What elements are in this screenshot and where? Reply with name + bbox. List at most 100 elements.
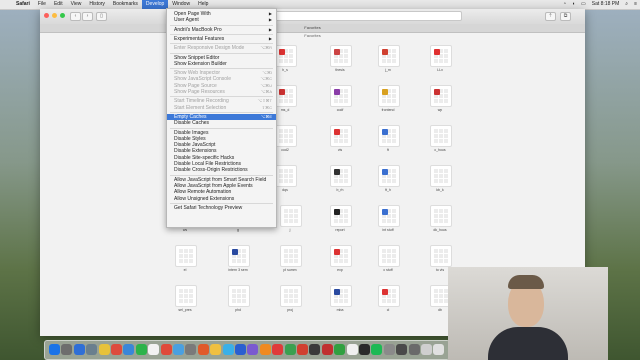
favorite-tile[interactable] xyxy=(330,85,352,107)
favorite-tile[interactable] xyxy=(430,245,452,267)
zoom-button[interactable] xyxy=(60,13,65,18)
dock-app-icon[interactable] xyxy=(160,344,172,355)
favorite-tile[interactable] xyxy=(275,125,297,147)
dock-app-icon[interactable] xyxy=(334,344,346,355)
favorite-tile[interactable] xyxy=(280,245,302,267)
develop-menu-item[interactable]: Disable JavaScript xyxy=(167,142,276,148)
menu-view[interactable]: View xyxy=(67,0,86,9)
favorite-tile[interactable] xyxy=(378,85,400,107)
dock-app-icon[interactable] xyxy=(383,344,395,355)
dock-app-icon[interactable] xyxy=(185,344,197,355)
dock-app-icon[interactable] xyxy=(210,344,222,355)
favorite-tile[interactable] xyxy=(330,45,352,67)
favorite-tile[interactable] xyxy=(330,205,352,227)
dock-app-icon[interactable] xyxy=(433,344,445,355)
favorite-tile[interactable] xyxy=(275,85,297,107)
develop-menu-item[interactable]: Disable Cross-Origin Restrictions xyxy=(167,167,276,173)
favorite-tile[interactable] xyxy=(330,125,352,147)
favorite-tile[interactable] xyxy=(378,205,400,227)
develop-menu-item[interactable]: Andrii's MacBook Pro ▶ xyxy=(167,27,276,33)
favorite-tile[interactable] xyxy=(430,85,452,107)
dock-app-icon[interactable] xyxy=(359,344,370,355)
develop-menu-item[interactable]: Allow JavaScript from Apple Events xyxy=(167,183,276,189)
dock-app-icon[interactable] xyxy=(173,344,184,355)
favorite-tile[interactable] xyxy=(275,45,297,67)
develop-menu-item[interactable]: Open Page With ▶ xyxy=(167,11,276,17)
dock-app-icon[interactable] xyxy=(73,344,85,355)
back-button[interactable]: ‹ xyxy=(70,12,81,21)
develop-menu-item[interactable]: Disable Site-specific Hacks xyxy=(167,155,276,161)
favorite-tile[interactable] xyxy=(175,245,197,267)
minimize-button[interactable] xyxy=(52,13,57,18)
develop-menu-item[interactable]: Allow Remote Automation xyxy=(167,189,276,195)
favorite-tile[interactable] xyxy=(430,45,452,67)
dock-app-icon[interactable] xyxy=(247,344,259,355)
menu-develop[interactable]: Develop xyxy=(141,0,169,9)
develop-menu-item[interactable]: Disable Styles xyxy=(167,136,276,142)
dock-app-icon[interactable] xyxy=(408,344,420,355)
menu-history[interactable]: History xyxy=(85,0,109,9)
favorite-tile[interactable] xyxy=(275,165,297,187)
dock-app-icon[interactable] xyxy=(396,344,408,355)
develop-menu-item[interactable]: Get Safari Technology Preview xyxy=(167,205,276,211)
menu-bookmarks[interactable]: Bookmarks xyxy=(109,0,142,9)
develop-menu-item[interactable]: Disable Caches xyxy=(167,120,276,126)
dock-app-icon[interactable] xyxy=(259,344,271,355)
dock-app-icon[interactable] xyxy=(197,344,209,355)
dock-app-icon[interactable] xyxy=(61,344,73,355)
develop-menu-item[interactable]: Empty Caches ⌥⌘E xyxy=(167,113,276,120)
favorite-tile[interactable] xyxy=(280,205,302,227)
dock-app-icon[interactable] xyxy=(123,344,135,355)
address-bar[interactable] xyxy=(270,11,462,21)
battery-icon[interactable]: ▭ xyxy=(578,0,589,9)
dock-app-icon[interactable] xyxy=(309,344,321,355)
develop-menu-item[interactable]: Show Snippet Editor xyxy=(167,55,276,61)
dock-app-icon[interactable] xyxy=(235,344,246,355)
favorite-tile[interactable] xyxy=(430,125,452,147)
clock[interactable]: Sat 8:18 PM xyxy=(589,0,623,9)
menu-file[interactable]: File xyxy=(34,0,50,9)
favorite-tile[interactable] xyxy=(228,285,250,307)
dock-app-icon[interactable] xyxy=(346,344,358,355)
menu-edit[interactable]: Edit xyxy=(50,0,67,9)
develop-menu-item[interactable]: Disable Images xyxy=(167,130,276,136)
favorite-tile[interactable] xyxy=(228,245,250,267)
dock-app-icon[interactable] xyxy=(222,344,234,355)
develop-menu-item[interactable]: Show Extension Builder xyxy=(167,61,276,67)
wifi-icon[interactable]: ◔ xyxy=(560,0,569,9)
dock-app-icon[interactable] xyxy=(421,344,432,355)
close-button[interactable] xyxy=(44,13,49,18)
develop-menu-item[interactable]: Allow JavaScript from Smart Search Field xyxy=(167,177,276,183)
favorite-tile[interactable] xyxy=(378,245,400,267)
notification-center-icon[interactable]: ≡ xyxy=(631,0,640,9)
favorite-tile[interactable] xyxy=(378,45,400,67)
develop-menu-item[interactable]: Disable Extensions xyxy=(167,148,276,154)
favorite-tile[interactable] xyxy=(280,285,302,307)
sidebar-icon[interactable]: ▯ xyxy=(96,12,107,21)
develop-menu-item[interactable]: User Agent ▶ xyxy=(167,17,276,23)
develop-menu-item[interactable]: Allow Unsigned Extensions xyxy=(167,196,276,202)
dock-app-icon[interactable] xyxy=(297,344,308,355)
dock-app-icon[interactable] xyxy=(321,344,333,355)
dock-app-icon[interactable] xyxy=(111,344,122,355)
favorite-tile[interactable] xyxy=(378,125,400,147)
favorite-tile[interactable] xyxy=(330,165,352,187)
menu-app-name[interactable]: Safari xyxy=(12,0,34,9)
favorite-tile[interactable] xyxy=(430,205,452,227)
favorite-tile[interactable] xyxy=(330,245,352,267)
dock-app-icon[interactable] xyxy=(135,344,147,355)
develop-menu-item[interactable]: Experimental Features ▶ xyxy=(167,36,276,42)
favorite-tile[interactable] xyxy=(378,165,400,187)
dock-app-icon[interactable] xyxy=(98,344,110,355)
dock-app-icon[interactable] xyxy=(49,344,60,355)
tabs-overview-icon[interactable]: ⧉ xyxy=(560,12,571,21)
dock-app-icon[interactable] xyxy=(272,344,284,355)
share-icon[interactable]: ⇡ xyxy=(545,12,556,21)
dock-app-icon[interactable] xyxy=(284,344,296,355)
volume-icon[interactable]: ◖ xyxy=(569,0,578,9)
dock-app-icon[interactable] xyxy=(371,344,383,355)
search-icon[interactable]: ⌕ xyxy=(622,0,631,9)
tab-favorites[interactable]: Favorites xyxy=(40,24,585,33)
favorite-tile[interactable] xyxy=(330,285,352,307)
develop-menu-item[interactable]: Disable Local File Restrictions xyxy=(167,161,276,167)
